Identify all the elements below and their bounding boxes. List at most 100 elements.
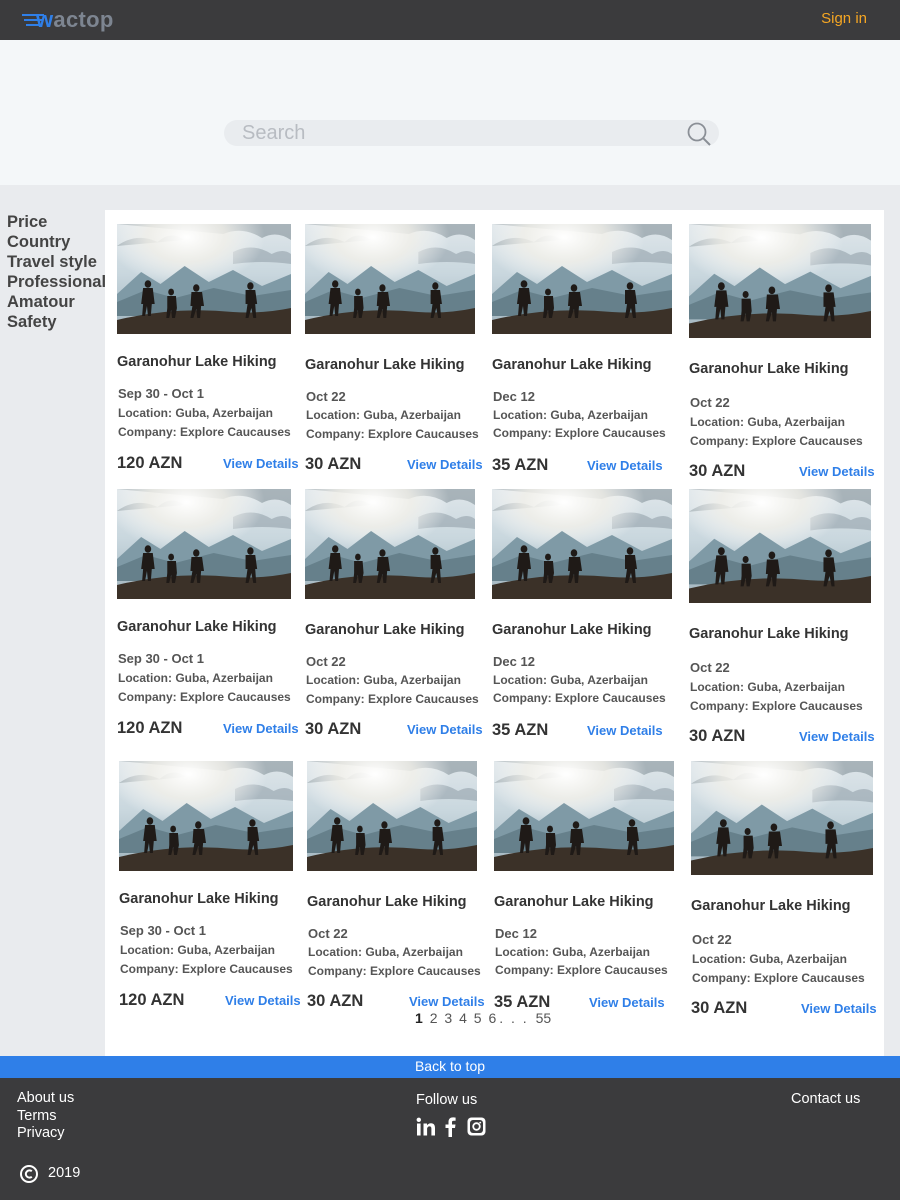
tour-card[interactable]: Garanohur Lake Hiking Dec 12 Location: Gub… <box>492 489 672 739</box>
tour-card[interactable]: Garanohur Lake Hiking Oct 22 Location: Gub… <box>689 489 875 745</box>
tour-card[interactable]: Garanohur Lake Hiking Oct 22 Location: Gub… <box>689 224 875 480</box>
view-details-link[interactable]: View Details <box>589 995 665 1010</box>
page-link-last[interactable]: 55 <box>536 1010 552 1026</box>
tour-card[interactable]: Garanohur Lake Hiking Oct 22 Location: Gub… <box>307 761 485 1010</box>
tour-location: Location: Guba, Azerbaijan <box>118 406 273 420</box>
page-link[interactable]: 6 <box>488 1010 496 1026</box>
view-details-link[interactable]: View Details <box>799 729 875 744</box>
tour-photo[interactable] <box>689 224 871 338</box>
tour-title[interactable]: Garanohur Lake Hiking <box>305 357 465 373</box>
page-link[interactable]: 4 <box>459 1010 467 1026</box>
tour-card[interactable]: Garanohur Lake Hiking Oct 22 Location: Gub… <box>305 224 483 473</box>
tour-photo[interactable] <box>305 224 475 334</box>
tour-company: Company: Explore Caucauses <box>495 963 668 977</box>
page-link[interactable]: 3 <box>444 1010 452 1026</box>
page-link[interactable]: 2 <box>430 1010 438 1026</box>
tour-photo[interactable] <box>689 489 871 603</box>
search-icon[interactable] <box>686 121 712 147</box>
copyright-icon <box>20 1165 38 1183</box>
tour-title[interactable]: Garanohur Lake Hiking <box>307 894 467 910</box>
tour-photo[interactable] <box>117 489 291 599</box>
filter-country[interactable]: Country <box>7 232 106 252</box>
tour-company: Company: Explore Caucauses <box>692 971 865 985</box>
tour-company: Company: Explore Caucauses <box>308 964 481 978</box>
top-navbar: wactop Sign in <box>0 0 900 40</box>
view-details-link[interactable]: View Details <box>225 993 301 1008</box>
view-details-link[interactable]: View Details <box>223 721 299 736</box>
search-bar <box>224 120 719 146</box>
view-details-link[interactable]: View Details <box>587 458 663 473</box>
filter-safety[interactable]: Safety <box>7 312 106 332</box>
tour-date: Sep 30 - Oct 1 <box>118 386 204 401</box>
tour-title[interactable]: Garanohur Lake Hiking <box>117 354 277 370</box>
terms-link[interactable]: Terms <box>17 1108 74 1126</box>
instagram-icon[interactable] <box>467 1117 486 1136</box>
filter-price[interactable]: Price <box>7 212 106 232</box>
tour-photo[interactable] <box>492 224 672 334</box>
tour-location: Location: Guba, Azerbaijan <box>118 671 273 685</box>
view-details-link[interactable]: View Details <box>407 457 483 472</box>
tour-card[interactable]: Garanohur Lake Hiking Dec 12 Location: Gub… <box>494 761 674 1011</box>
tour-photo[interactable] <box>117 224 291 334</box>
tour-photo[interactable] <box>305 489 475 599</box>
wactop-logo[interactable]: wactop <box>22 7 132 33</box>
tour-price: 35 AZN <box>492 456 549 474</box>
view-details-link[interactable]: View Details <box>799 464 875 479</box>
tour-location: Location: Guba, Azerbaijan <box>120 943 275 957</box>
sign-in-link[interactable]: Sign in <box>821 10 867 27</box>
filter-travel-style[interactable]: Travel style <box>7 252 106 272</box>
filter-professional[interactable]: Professional <box>7 272 106 292</box>
tour-title[interactable]: Garanohur Lake Hiking <box>117 619 277 635</box>
tour-title[interactable]: Garanohur Lake Hiking <box>494 894 654 910</box>
tour-company: Company: Explore Caucauses <box>690 434 863 448</box>
tour-price: 35 AZN <box>492 721 549 739</box>
contact-us-link[interactable]: Contact us <box>791 1091 860 1107</box>
filter-amatour[interactable]: Amatour <box>7 292 106 312</box>
tour-price: 120 AZN <box>117 719 183 737</box>
tour-date: Oct 22 <box>306 654 346 669</box>
tour-title[interactable]: Garanohur Lake Hiking <box>691 898 851 914</box>
tour-photo[interactable] <box>494 761 674 871</box>
tour-company: Company: Explore Caucauses <box>306 692 479 706</box>
tour-price: 30 AZN <box>689 462 746 480</box>
tour-title[interactable]: Garanohur Lake Hiking <box>492 357 652 373</box>
tour-photo[interactable] <box>492 489 672 599</box>
tour-title[interactable]: Garanohur Lake Hiking <box>119 891 279 907</box>
view-details-link[interactable]: View Details <box>587 723 663 738</box>
about-us-link[interactable]: About us <box>17 1090 74 1108</box>
search-input[interactable] <box>242 121 672 145</box>
view-details-link[interactable]: View Details <box>409 994 485 1009</box>
tour-title[interactable]: Garanohur Lake Hiking <box>689 361 849 377</box>
facebook-icon[interactable] <box>443 1117 457 1137</box>
tour-company: Company: Explore Caucauses <box>690 699 863 713</box>
tour-card[interactable]: Garanohur Lake Hiking Oct 22 Location: Gub… <box>691 761 877 1017</box>
logo-rest: actop <box>53 7 114 32</box>
tour-card[interactable]: Garanohur Lake Hiking Sep 30 - Oct 1 Locat… <box>119 761 301 1009</box>
view-details-link[interactable]: View Details <box>407 722 483 737</box>
tour-date: Oct 22 <box>692 932 732 947</box>
tour-photo[interactable] <box>307 761 477 871</box>
view-details-link[interactable]: View Details <box>223 456 299 471</box>
privacy-link[interactable]: Privacy <box>17 1125 74 1143</box>
tour-card[interactable]: Garanohur Lake Hiking Dec 12 Location: Gub… <box>492 224 672 474</box>
back-to-top-button[interactable]: Back to top <box>0 1056 900 1078</box>
tour-card[interactable]: Garanohur Lake Hiking Oct 22 Location: Gub… <box>305 489 483 738</box>
tour-price: 30 AZN <box>305 720 362 738</box>
tour-price: 30 AZN <box>307 992 364 1010</box>
view-details-link[interactable]: View Details <box>801 1001 877 1016</box>
tour-card[interactable]: Garanohur Lake Hiking Sep 30 - Oct 1 Locat… <box>117 224 299 472</box>
tour-price: 30 AZN <box>691 999 748 1017</box>
tour-location: Location: Guba, Azerbaijan <box>493 673 648 687</box>
tour-card[interactable]: Garanohur Lake Hiking Sep 30 - Oct 1 Locat… <box>117 489 299 737</box>
tour-date: Dec 12 <box>495 926 537 941</box>
tour-title[interactable]: Garanohur Lake Hiking <box>305 622 465 638</box>
linkedin-icon[interactable] <box>416 1117 436 1137</box>
tour-photo[interactable] <box>119 761 293 871</box>
tour-title[interactable]: Garanohur Lake Hiking <box>689 626 849 642</box>
tour-photo[interactable] <box>691 761 873 875</box>
page-link-current[interactable]: 1 <box>415 1010 423 1026</box>
tour-results-grid: Garanohur Lake Hiking Sep 30 - Oct 1 Locat… <box>105 210 884 1056</box>
page-link[interactable]: 5 <box>474 1010 482 1026</box>
tour-title[interactable]: Garanohur Lake Hiking <box>492 622 652 638</box>
tour-date: Oct 22 <box>308 926 348 941</box>
